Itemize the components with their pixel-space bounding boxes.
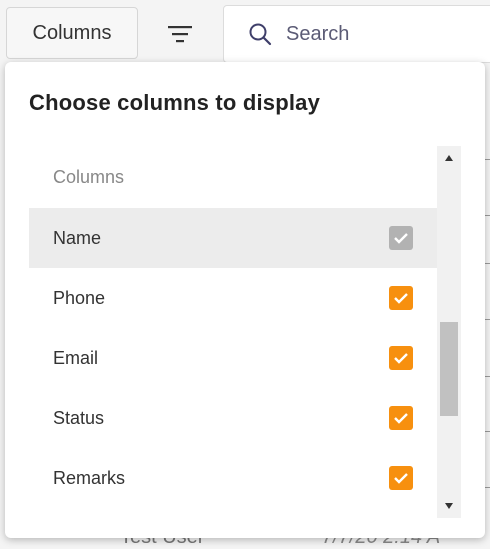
columns-button[interactable]: Columns xyxy=(6,7,138,59)
filter-icon xyxy=(168,26,192,43)
scroll-thumb[interactable] xyxy=(440,322,458,416)
column-checkbox-remarks[interactable] xyxy=(389,466,413,490)
arrow-up-icon xyxy=(445,155,453,161)
columns-button-label: Columns xyxy=(32,21,112,44)
column-checkbox-email[interactable] xyxy=(389,346,413,370)
column-item-email[interactable]: Email xyxy=(29,328,437,388)
column-item-label: Email xyxy=(53,347,99,368)
column-item-label: Name xyxy=(53,227,102,248)
column-item-label: Remarks xyxy=(53,467,126,488)
column-checkbox-name[interactable] xyxy=(389,226,413,250)
column-list[interactable]: Columns Name Phone Email Status Remarks xyxy=(29,146,437,516)
checkmark-icon xyxy=(394,233,408,244)
checkmark-icon xyxy=(394,413,408,424)
column-item-status[interactable]: Status xyxy=(29,388,437,448)
checkmark-icon xyxy=(394,293,408,304)
column-item-name[interactable]: Name xyxy=(29,208,437,268)
popup-title: Choose columns to display xyxy=(29,90,321,115)
column-item-label: Phone xyxy=(53,287,106,308)
column-chooser-popup: Choose columns to display Columns Name P… xyxy=(5,62,485,538)
column-item-remarks[interactable]: Remarks xyxy=(29,448,437,508)
scroll-down-button[interactable] xyxy=(437,494,461,518)
column-item-label: Status xyxy=(53,407,105,428)
search-input[interactable] xyxy=(284,21,488,47)
search-box[interactable] xyxy=(223,5,490,63)
column-checkbox-phone[interactable] xyxy=(389,286,413,310)
list-header: Columns xyxy=(53,166,125,187)
checkmark-icon xyxy=(394,473,408,484)
search-icon xyxy=(249,23,272,46)
filter-button[interactable] xyxy=(160,18,200,50)
column-item-phone[interactable]: Phone xyxy=(29,268,437,328)
scroll-up-button[interactable] xyxy=(437,146,461,170)
column-checkbox-status[interactable] xyxy=(389,406,413,430)
checkmark-icon xyxy=(394,353,408,364)
arrow-down-icon xyxy=(445,503,453,509)
list-scrollbar[interactable] xyxy=(437,146,461,518)
